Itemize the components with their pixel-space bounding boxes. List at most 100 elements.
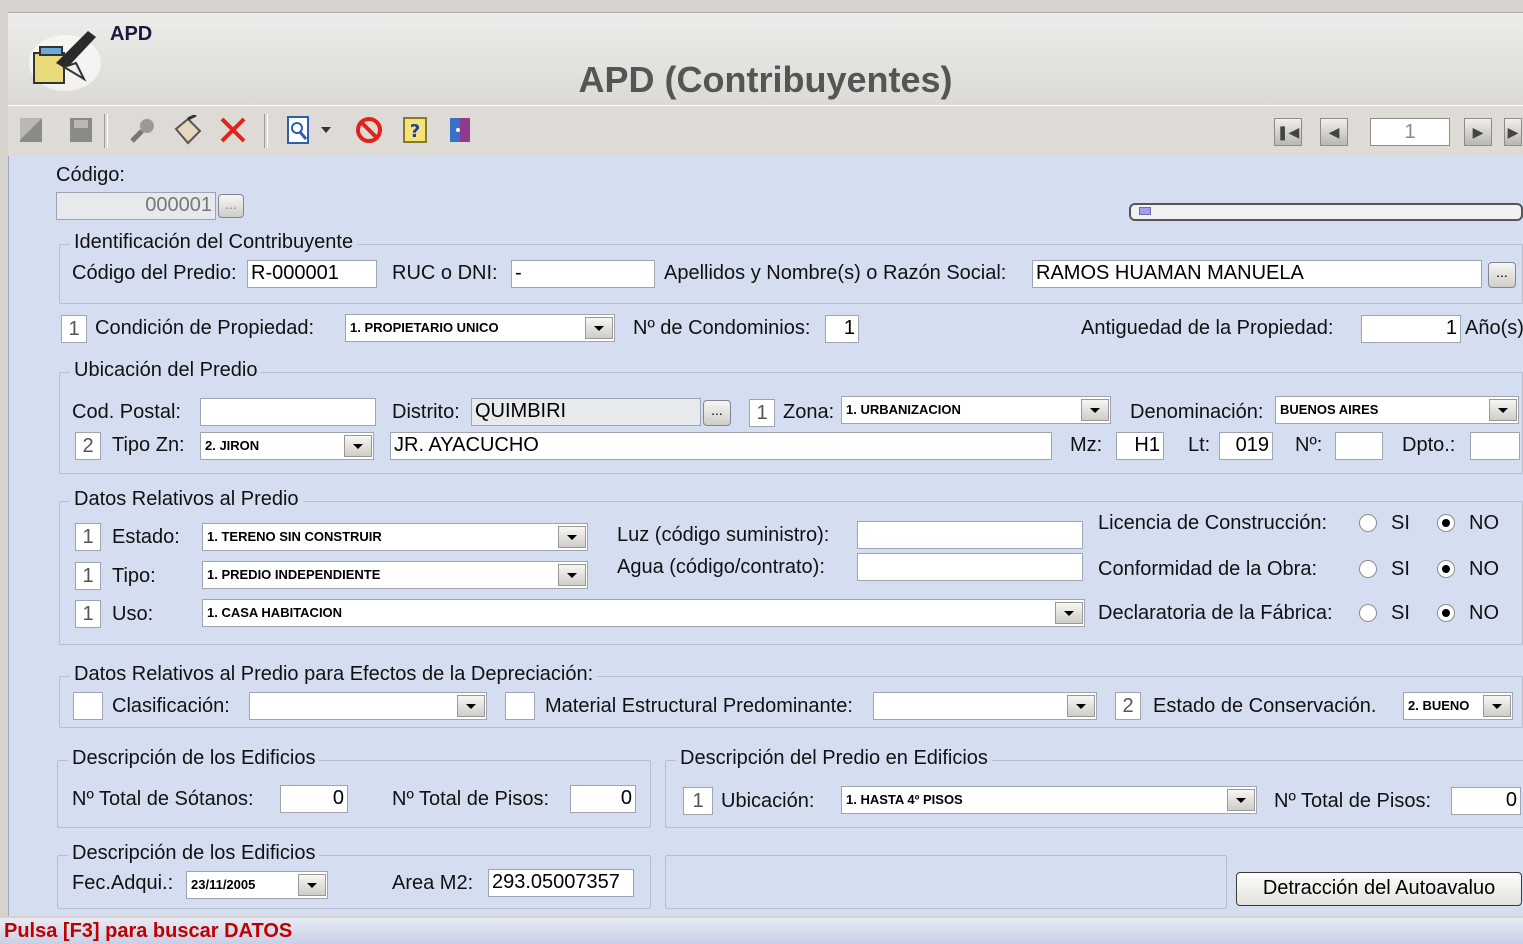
lt-field[interactable]: 019 <box>1219 432 1273 460</box>
postal-label: Cod. Postal: <box>72 401 181 423</box>
numero-field[interactable] <box>1335 432 1383 460</box>
chevron-down-icon[interactable] <box>457 695 485 717</box>
licencia-no-radio[interactable] <box>1437 514 1455 532</box>
tipozn-code[interactable]: 2 <box>75 432 101 460</box>
uso-select[interactable]: 1. CASA HABITACION <box>202 599 1085 627</box>
numero-label: Nº: <box>1295 434 1323 456</box>
agua-label: Agua (código/contrato): <box>617 556 825 578</box>
ruc-field[interactable]: - <box>511 260 655 288</box>
antiguedad-field[interactable]: 1 <box>1361 315 1461 343</box>
licencia-si-label: SI <box>1391 512 1410 534</box>
conformidad-no-radio[interactable] <box>1437 560 1455 578</box>
conservacion-code[interactable]: 2 <box>1115 692 1141 720</box>
previous-record-button[interactable]: ◀ <box>1320 118 1348 146</box>
condicion-select[interactable]: 1. PROPIETARIO UNICO <box>345 314 615 342</box>
zona-label: Zona: <box>783 401 835 423</box>
save-icon[interactable] <box>66 114 96 146</box>
luz-field[interactable] <box>857 521 1083 549</box>
next-record-button[interactable]: ▶ <box>1464 118 1492 146</box>
declaratoria-si-radio[interactable] <box>1359 604 1377 622</box>
chevron-down-icon[interactable] <box>1483 695 1511 717</box>
mz-label: Mz: <box>1070 434 1103 456</box>
preview-icon[interactable] <box>284 114 314 146</box>
conformidad-si-radio[interactable] <box>1359 560 1377 578</box>
postal-field[interactable] <box>200 398 376 426</box>
zona-select[interactable]: 1. URBANIZACION <box>841 396 1111 424</box>
pisos-label: Nº Total de Pisos: <box>392 788 550 810</box>
distrito-field[interactable]: QUIMBIRI <box>471 398 701 426</box>
conservacion-value: 2. BUENO <box>1408 698 1470 713</box>
cod-predio-field[interactable]: R-000001 <box>247 260 377 288</box>
chevron-down-icon[interactable] <box>1489 399 1517 421</box>
ubicacion-select[interactable]: 1. HASTA 4º PISOS <box>841 786 1257 814</box>
conservacion-select[interactable]: 2. BUENO <box>1403 692 1513 720</box>
delete-icon[interactable] <box>218 114 248 146</box>
fec-adqui-picker[interactable]: 23/11/2005 <box>186 871 328 899</box>
distrito-browse-button[interactable]: ... <box>703 400 731 426</box>
detraccion-button[interactable]: Detracción del Autoavaluo <box>1236 872 1522 906</box>
chevron-down-icon[interactable] <box>558 564 586 586</box>
condicion-label: Condición de Propiedad: <box>95 317 315 339</box>
area-label: Area M2: <box>392 872 474 894</box>
fec-adqui-value: 23/11/2005 <box>191 877 256 892</box>
condicion-code[interactable]: 1 <box>61 315 87 343</box>
condominios-field[interactable]: 1 <box>825 315 859 343</box>
nombre-field[interactable]: RAMOS HUAMAN MANUELA <box>1032 260 1482 288</box>
chevron-down-icon[interactable] <box>1055 602 1083 624</box>
codigo-browse-button[interactable]: ... <box>218 194 244 218</box>
sotanos-field[interactable]: 0 <box>280 785 348 813</box>
search-icon[interactable] <box>128 114 158 146</box>
tipo-select[interactable]: 1. PREDIO INDEPENDIENTE <box>202 561 588 589</box>
predio-edificios-title: Descripción del Predio en Edificios <box>676 747 992 770</box>
clasificacion-select[interactable] <box>249 692 487 720</box>
record-number-field[interactable]: 1 <box>1370 118 1450 146</box>
chevron-down-icon[interactable] <box>298 874 326 896</box>
chevron-down-icon[interactable] <box>344 435 372 457</box>
chevron-down-icon[interactable] <box>558 526 586 548</box>
tipo-code[interactable]: 1 <box>75 562 101 590</box>
edit-icon[interactable] <box>172 114 202 146</box>
calle-field[interactable]: JR. AYACUCHO <box>390 432 1052 460</box>
ubicacion-code[interactable]: 1 <box>683 787 713 815</box>
material-code[interactable] <box>505 692 535 720</box>
licencia-si-radio[interactable] <box>1359 514 1377 532</box>
denominacion-label: Denominación: <box>1130 401 1264 423</box>
dpto-field[interactable] <box>1470 432 1520 460</box>
distrito-label: Distrito: <box>392 401 460 423</box>
ubicacion-value: 1. HASTA 4º PISOS <box>846 792 963 807</box>
chevron-down-icon[interactable] <box>1227 789 1255 811</box>
luz-label: Luz (código suministro): <box>617 524 830 546</box>
estado-code[interactable]: 1 <box>75 523 101 551</box>
mz-field[interactable]: H1 <box>1116 432 1164 460</box>
conformidad-no-label: NO <box>1469 558 1499 580</box>
clasificacion-code[interactable] <box>73 692 103 720</box>
first-record-button[interactable]: ❚◀ <box>1274 118 1302 146</box>
estado-select[interactable]: 1. TERENO SIN CONSTRUIR <box>202 523 588 551</box>
exit-icon[interactable] <box>446 114 476 146</box>
material-select[interactable] <box>873 692 1097 720</box>
new-record-icon[interactable] <box>16 114 46 146</box>
uso-code[interactable]: 1 <box>75 600 101 628</box>
tipo-label: Tipo: <box>112 565 156 587</box>
clasificacion-label: Clasificación: <box>112 695 230 717</box>
chevron-down-icon[interactable] <box>585 317 613 339</box>
help-icon[interactable]: ? <box>400 114 430 146</box>
nombre-browse-button[interactable]: ... <box>1488 262 1516 288</box>
zona-code[interactable]: 1 <box>749 399 775 427</box>
cancel-icon[interactable] <box>354 114 384 146</box>
predio-pisos-field[interactable]: 0 <box>1451 787 1521 815</box>
last-record-button[interactable]: ▶ <box>1504 118 1522 146</box>
chevron-down-icon[interactable] <box>1067 695 1095 717</box>
area-field[interactable]: 293.05007357 <box>488 869 634 897</box>
pisos-field[interactable]: 0 <box>570 785 636 813</box>
edificios2-title: Descripción de los Edificios <box>68 842 320 865</box>
declaratoria-no-radio[interactable] <box>1437 604 1455 622</box>
tipozn-select[interactable]: 2. JIRON <box>200 432 374 460</box>
dropdown-arrow-icon[interactable] <box>316 114 336 146</box>
declaratoria-si-label: SI <box>1391 602 1410 624</box>
agua-field[interactable] <box>857 553 1083 581</box>
identificacion-title: Identificación del Contribuyente <box>70 231 358 254</box>
chevron-down-icon[interactable] <box>1081 399 1109 421</box>
denominacion-select[interactable]: BUENOS AIRES <box>1275 396 1519 424</box>
codigo-field[interactable]: 000001 <box>56 192 216 220</box>
